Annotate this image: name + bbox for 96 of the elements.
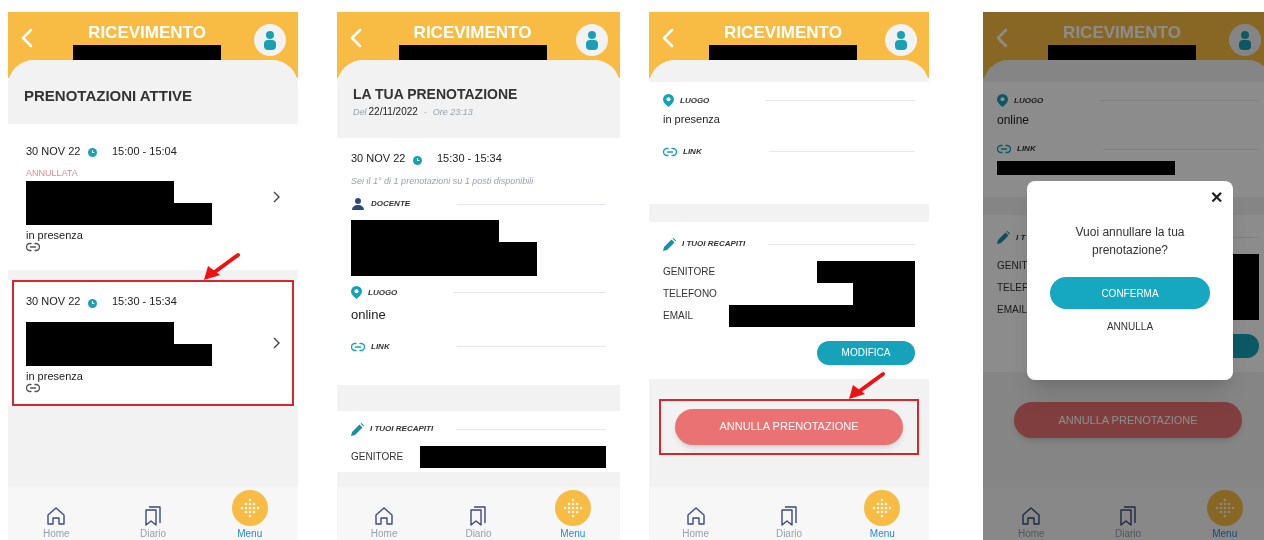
separator-text: - <box>423 106 427 119</box>
section-label: I TUOI RECAPITI <box>370 423 435 435</box>
link-icon <box>351 341 365 352</box>
screen-title: RICEVIMENTO <box>413 24 532 42</box>
avatar-icon[interactable] <box>576 24 608 56</box>
home-icon <box>1021 506 1042 526</box>
location-pin-icon <box>997 94 1008 107</box>
booking-time: 15:30 - 15:34 <box>112 294 177 310</box>
clock-icon <box>88 148 97 158</box>
booking-date: 30 NOV 22 <box>26 294 82 310</box>
section-title: PRENOTAZIONI ATTIVE <box>24 85 193 106</box>
location-pin-icon <box>663 94 674 107</box>
clock-icon <box>88 299 97 308</box>
cancel-booking-button[interactable]: ANNULLA PRENOTAZIONE <box>1014 402 1242 438</box>
nav-tab[interactable]: Home <box>337 487 432 540</box>
booking-time: 15:00 - 15:04 <box>112 143 177 159</box>
contact-label: GENITORE <box>663 265 716 279</box>
avatar-icon[interactable] <box>885 24 917 56</box>
contact-label: TELEF <box>997 280 1029 295</box>
place-text: online <box>351 306 387 324</box>
contact-label: EMAIL <box>663 309 693 323</box>
arrow-annotation <box>847 370 887 401</box>
home-icon <box>374 506 395 526</box>
section-label: I TUOI RECAPITI <box>682 238 747 250</box>
cancel-booking-button[interactable]: ANNULLA PRENOTAZIONE <box>675 408 903 445</box>
contact-label: TELEFONO <box>663 287 717 301</box>
bookmarks-icon <box>1119 506 1137 526</box>
section-label: LUOGO <box>368 286 399 299</box>
screen-title: RICEVIMENTO <box>724 24 842 42</box>
chevron-right-icon[interactable] <box>272 191 280 203</box>
section-label: LINK <box>1017 143 1037 155</box>
section-title: LA TUA PRENOTAZIONE <box>353 86 519 102</box>
dialog-message: Vuoi annullare la tua prenotazione? <box>1074 224 1186 259</box>
booking-time: 15:30 - 15:34 <box>437 151 502 166</box>
status-label: ANNULLATA <box>26 167 79 180</box>
clock-icon <box>413 155 422 165</box>
screen-title: RICEVIMENTO <box>1063 24 1181 42</box>
place-text: in presenza <box>663 112 721 127</box>
section-label: LUOGO <box>1014 94 1045 107</box>
place-text: in presenza <box>26 228 84 241</box>
pencil-icon <box>351 422 364 436</box>
menu-grid-icon <box>864 490 901 526</box>
home-icon <box>685 506 706 526</box>
back-icon[interactable] <box>661 28 675 48</box>
bookmarks-icon <box>780 506 798 526</box>
link-icon <box>997 144 1011 154</box>
home-icon <box>46 506 67 526</box>
nav-tab[interactable]: Home <box>8 487 105 540</box>
person-icon <box>351 198 365 210</box>
nav-tab[interactable]: Diario <box>742 487 836 540</box>
link-icon <box>26 241 40 252</box>
pencil-icon <box>997 231 1010 244</box>
booking-date: 30 NOV 22 <box>26 143 82 159</box>
cancel-button[interactable]: ANNULLA <box>1106 319 1154 334</box>
nav-tab[interactable]: Menu <box>525 487 620 540</box>
nav-tab[interactable]: Home <box>649 487 743 540</box>
menu-grid-icon <box>554 490 591 526</box>
nav-tab[interactable]: Menu <box>835 487 929 540</box>
bookmarks-icon <box>144 506 162 526</box>
pencil-icon <box>663 237 676 251</box>
section-label: DOCENTE <box>371 198 412 210</box>
menu-grid-icon <box>1206 490 1243 526</box>
booking-date: 22/11/2022 <box>368 105 418 119</box>
link-icon <box>663 146 677 157</box>
back-icon[interactable] <box>20 28 34 48</box>
chevron-right-icon[interactable] <box>272 337 280 349</box>
arrow-annotation <box>202 252 242 282</box>
avatar-icon[interactable] <box>254 24 286 56</box>
close-button[interactable]: ✕ <box>1210 189 1223 207</box>
nav-tab[interactable]: Menu <box>201 487 298 540</box>
place-text: online <box>997 112 1031 129</box>
avatar-icon[interactable] <box>1229 24 1261 56</box>
place-text: in presenza <box>26 369 84 382</box>
edit-button[interactable]: MODIFICA <box>817 340 915 365</box>
bookmarks-icon <box>469 506 488 526</box>
section-label: LINK <box>371 340 391 353</box>
link-icon <box>26 382 40 393</box>
booking-time: Ore 23:13 <box>432 106 473 119</box>
subtitle-label: Del <box>353 106 367 119</box>
booking-card[interactable]: 30 NOV 22 15:30 - 15:34 in presenza <box>12 280 294 406</box>
nav-tab[interactable]: Diario <box>431 487 526 540</box>
availability-note: Sei il 1° di 1 prenotazioni su 1 posti disponibili <box>351 174 535 188</box>
confirm-button[interactable]: CONFERMA <box>1050 277 1210 309</box>
section-label: LUOGO <box>680 94 711 107</box>
section-label: LINK <box>683 145 703 158</box>
location-pin-icon <box>351 286 362 299</box>
contact-label: EMAIL <box>997 302 1027 317</box>
contact-label: GENITORE <box>351 450 404 464</box>
nav-tab[interactable]: Menu <box>1176 487 1264 540</box>
back-icon[interactable] <box>995 28 1009 48</box>
nav-tab[interactable]: Diario <box>104 487 202 540</box>
back-icon[interactable] <box>349 28 363 48</box>
screen-title: RICEVIMENTO <box>88 24 206 42</box>
menu-grid-icon <box>231 490 268 526</box>
booking-date: 30 NOV 22 <box>351 151 407 166</box>
contact-label: GENIT <box>997 258 1028 273</box>
